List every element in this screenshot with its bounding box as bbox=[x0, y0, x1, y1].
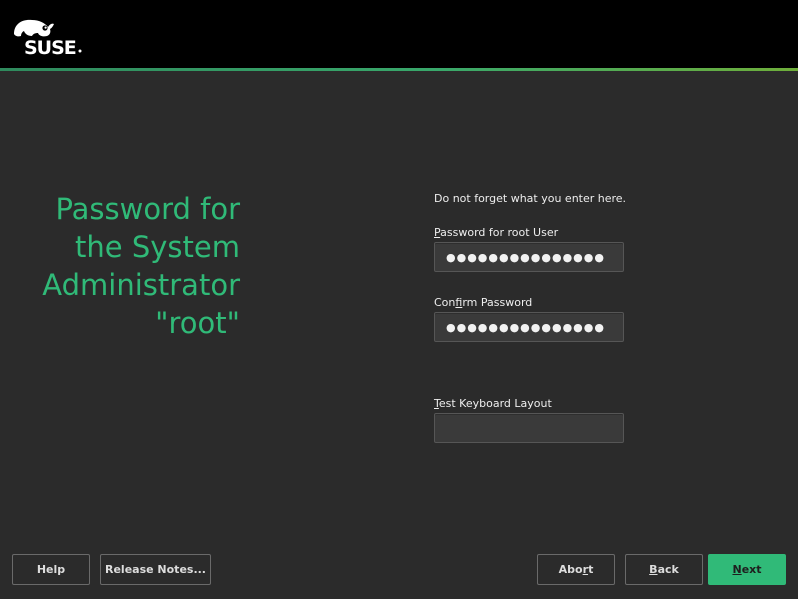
password-input[interactable]: ●●●●●●●●●●●●●●● bbox=[434, 242, 624, 272]
suse-logo: SUSE bbox=[14, 19, 82, 56]
help-button[interactable]: Help bbox=[12, 554, 90, 585]
next-button[interactable]: Next bbox=[708, 554, 786, 585]
test-keyboard-label: Test Keyboard Layout bbox=[434, 397, 552, 410]
brand-text: SUSE bbox=[24, 37, 76, 56]
page-title: Password for the System Administrator "r… bbox=[42, 192, 240, 340]
abort-button[interactable]: Abo r t bbox=[537, 554, 615, 585]
back-button[interactable]: Back bbox=[625, 554, 703, 585]
confirm-password-value: ●●●●●●●●●●●●●●● bbox=[446, 321, 605, 334]
header-bar: SUSE bbox=[0, 0, 798, 68]
release-notes-button[interactable]: Release Notes... bbox=[100, 554, 211, 585]
test-keyboard-input[interactable] bbox=[434, 413, 624, 443]
password-value: ●●●●●●●●●●●●●●● bbox=[446, 251, 605, 264]
accent-line bbox=[0, 68, 798, 71]
confirm-password-input[interactable]: ●●●●●●●●●●●●●●● bbox=[434, 312, 624, 342]
hint-text: Do not forget what you enter here. bbox=[434, 192, 627, 205]
password-label: Password for root User bbox=[434, 226, 559, 239]
confirm-password-label: Confirm Password bbox=[434, 296, 533, 309]
